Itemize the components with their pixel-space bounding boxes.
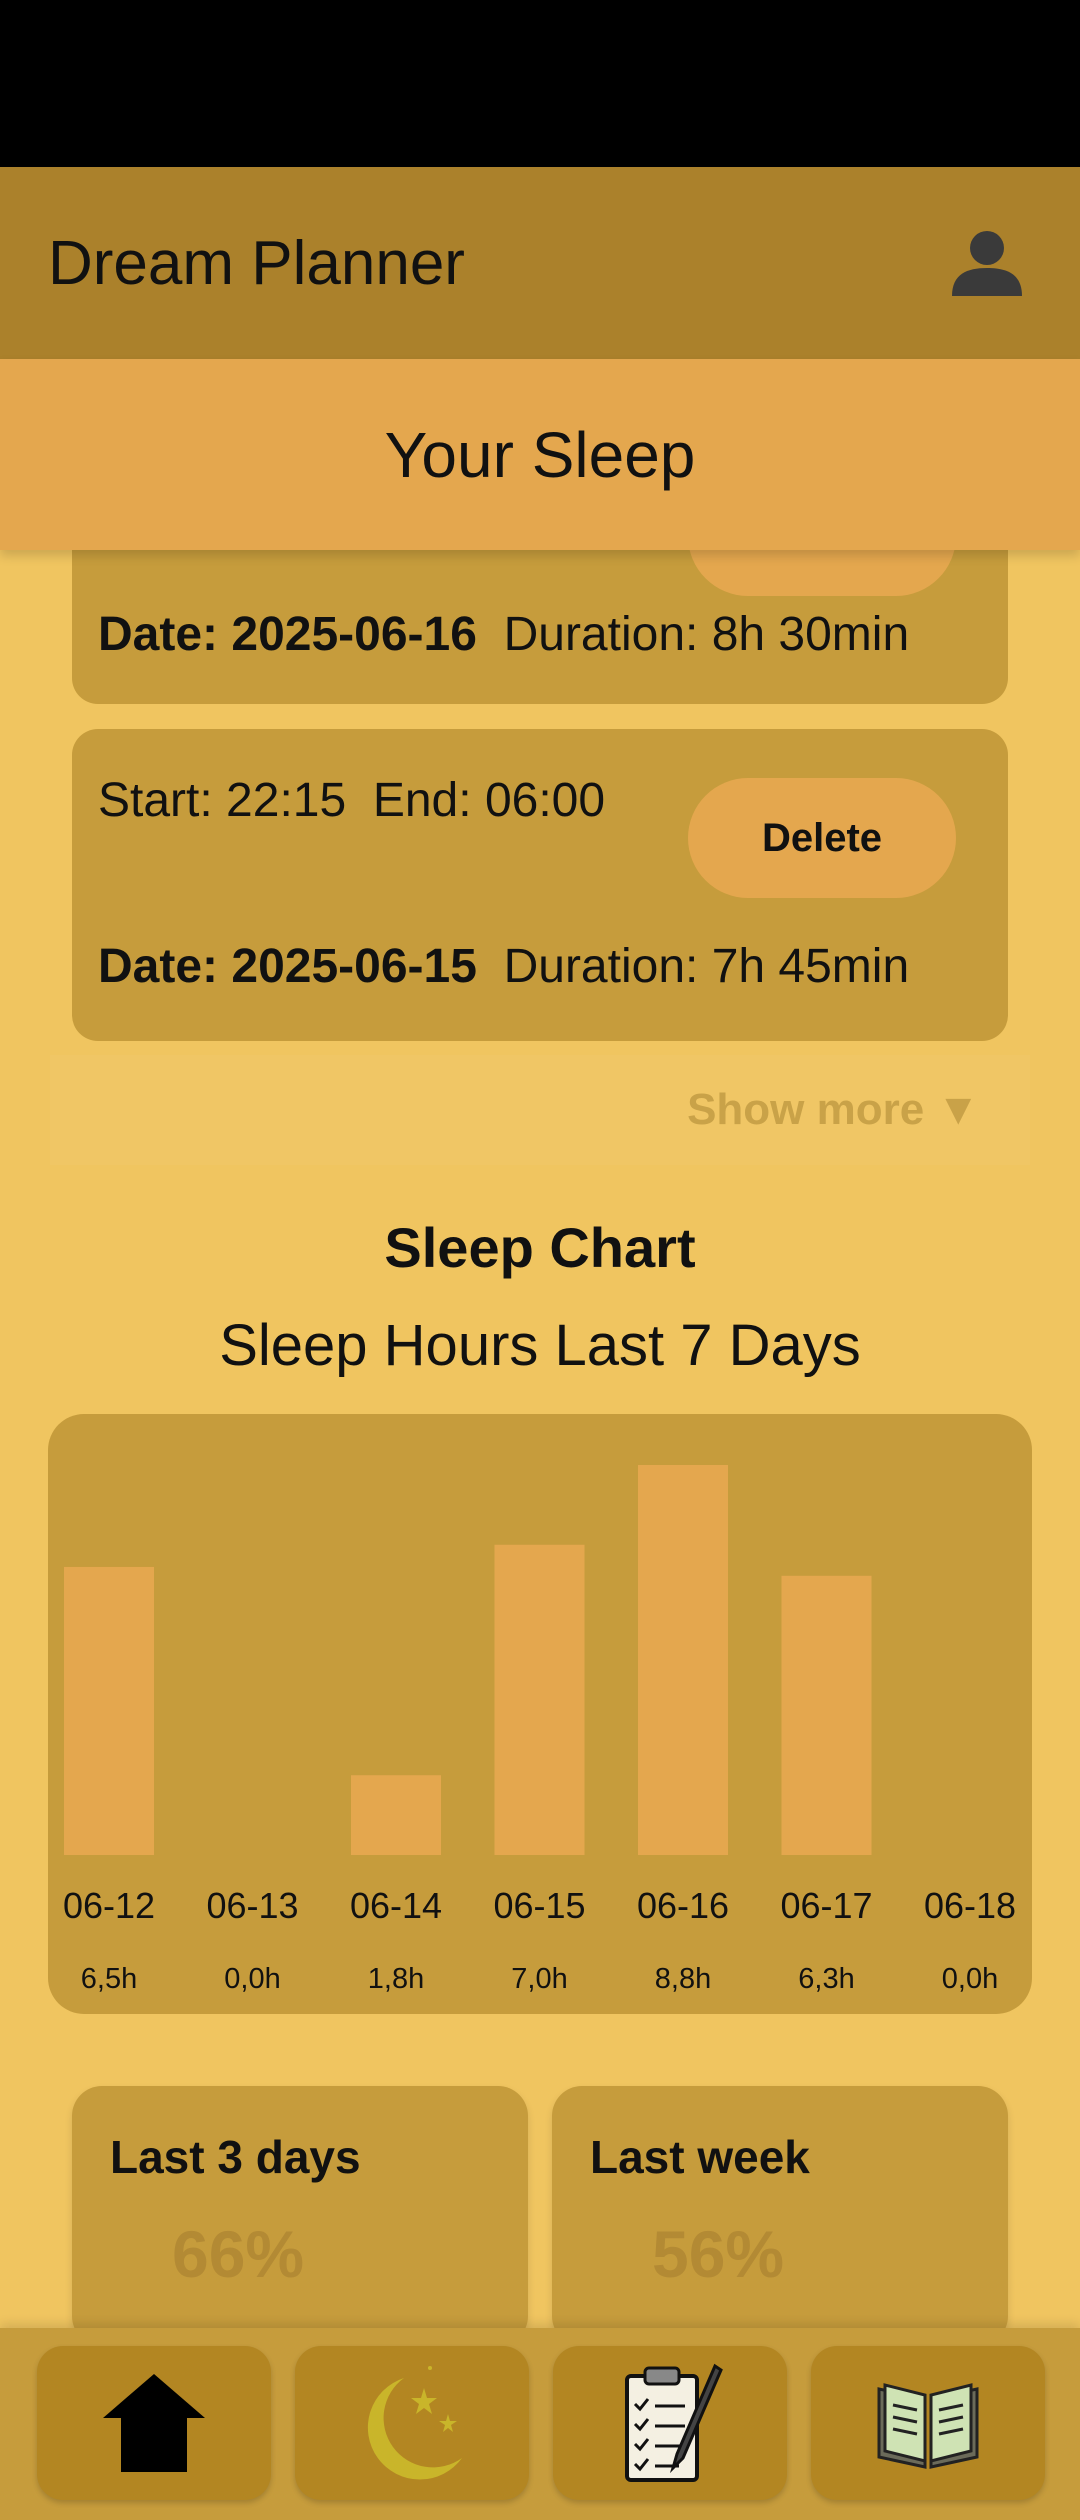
- section-title: Your Sleep: [384, 418, 696, 491]
- clipboard-checklist-icon: [625, 2363, 723, 2482]
- chart-category-label: 06-18: [924, 1885, 1016, 1926]
- chart-value-label: 7,0h: [511, 1963, 567, 1995]
- entry-date: 2025-06-16: [231, 608, 477, 661]
- sleep-content[interactable]: Delete Date: 2025-06-16 Duration: 8h 30m…: [0, 550, 1080, 2330]
- delete-button[interactable]: Delete: [688, 778, 956, 898]
- chart-value-label: 0,0h: [942, 1963, 998, 1995]
- chart-bar-06-16: [638, 1465, 728, 1855]
- status-bar: [0, 0, 1080, 167]
- chart-category-label: 06-12: [63, 1885, 155, 1926]
- end-label: End:: [372, 774, 472, 827]
- sleep-chart: 06-12 6,5h 06-13 0,0h 06-14 1,8h 06-15 7,0h 06-1…: [48, 1414, 1032, 2014]
- chart-category-label: 06-17: [780, 1885, 872, 1926]
- chart-title: Sleep Hours Last 7 Days: [219, 1313, 861, 1378]
- stat-card-last-3-days: Last 3 days 66%: [72, 2086, 528, 2330]
- entry-date-duration: Date: 2025-06-15 Duration: 7h 45min: [98, 939, 909, 994]
- chart-value-label: 8,8h: [655, 1963, 711, 1995]
- nav-planner-button[interactable]: [553, 2346, 787, 2500]
- nav-home-button[interactable]: [37, 2346, 271, 2500]
- sleep-entry-card: Start: 22:15 End: 06:00 Delete Date: 202…: [72, 729, 1008, 1041]
- start-label: Start:: [98, 774, 213, 827]
- chart-value-label: 1,8h: [368, 1963, 424, 1995]
- chart-value-label: 6,5h: [81, 1963, 137, 1995]
- account-icon: [952, 231, 1022, 296]
- open-book-icon: [877, 2383, 979, 2469]
- chart-heading: Sleep Chart: [384, 1216, 696, 1279]
- duration-label: Duration:: [503, 608, 699, 661]
- chart-value-label: 6,3h: [798, 1963, 854, 1995]
- date-label: Date:: [98, 608, 219, 661]
- stat-card-last-week: Last week 56%: [552, 2086, 1008, 2330]
- chart-value-label: 0,0h: [224, 1963, 280, 1995]
- chart-bar-06-14: [351, 1775, 441, 1855]
- sleep-chart-svg: 06-12 6,5h 06-13 0,0h 06-14 1,8h 06-15 7,0h 06-1…: [63, 1465, 1016, 1995]
- chart-category-label: 06-13: [206, 1885, 298, 1926]
- nav-journal-button[interactable]: [811, 2346, 1045, 2500]
- stat-value: 66%: [172, 2217, 305, 2291]
- chart-category-label: 06-15: [493, 1885, 585, 1926]
- stat-value: 56%: [652, 2217, 785, 2291]
- chart-category-label: 06-16: [637, 1885, 729, 1926]
- sleep-entry-card: Delete Date: 2025-06-16 Duration: 8h 30m…: [72, 550, 1008, 704]
- show-more-button[interactable]: Show more ▼: [50, 1055, 1030, 1165]
- chart-category-label: 06-14: [350, 1885, 442, 1926]
- bottom-nav: [0, 2328, 1080, 2520]
- date-label: Date:: [98, 940, 219, 993]
- app-title: Dream Planner: [48, 228, 465, 298]
- section-header: Your Sleep: [0, 359, 1080, 550]
- stat-label: Last week: [590, 2131, 810, 2183]
- account-button[interactable]: [942, 218, 1032, 308]
- chart-bar-06-12: [64, 1566, 154, 1855]
- house-icon: [103, 2374, 205, 2472]
- entry-duration: 7h 45min: [711, 940, 910, 993]
- entry-date: 2025-06-15: [231, 940, 477, 993]
- chart-bar-06-15: [494, 1544, 585, 1855]
- entry-start-end: Start: 22:15 End: 06:00: [98, 773, 605, 828]
- duration-label: Duration:: [503, 940, 699, 993]
- entry-date-duration: Date: 2025-06-16 Duration: 8h 30min: [98, 607, 909, 662]
- nav-sleep-button[interactable]: [295, 2346, 529, 2500]
- entry-start: 22:15: [226, 774, 347, 827]
- stat-label: Last 3 days: [110, 2131, 361, 2183]
- entry-duration: 8h 30min: [711, 608, 910, 661]
- chart-bar-06-17: [781, 1575, 872, 1855]
- delete-button[interactable]: Delete: [688, 550, 956, 596]
- moon-stars-icon: [367, 2366, 462, 2480]
- app-bar: Dream Planner: [0, 167, 1080, 359]
- entry-end: 06:00: [484, 774, 606, 827]
